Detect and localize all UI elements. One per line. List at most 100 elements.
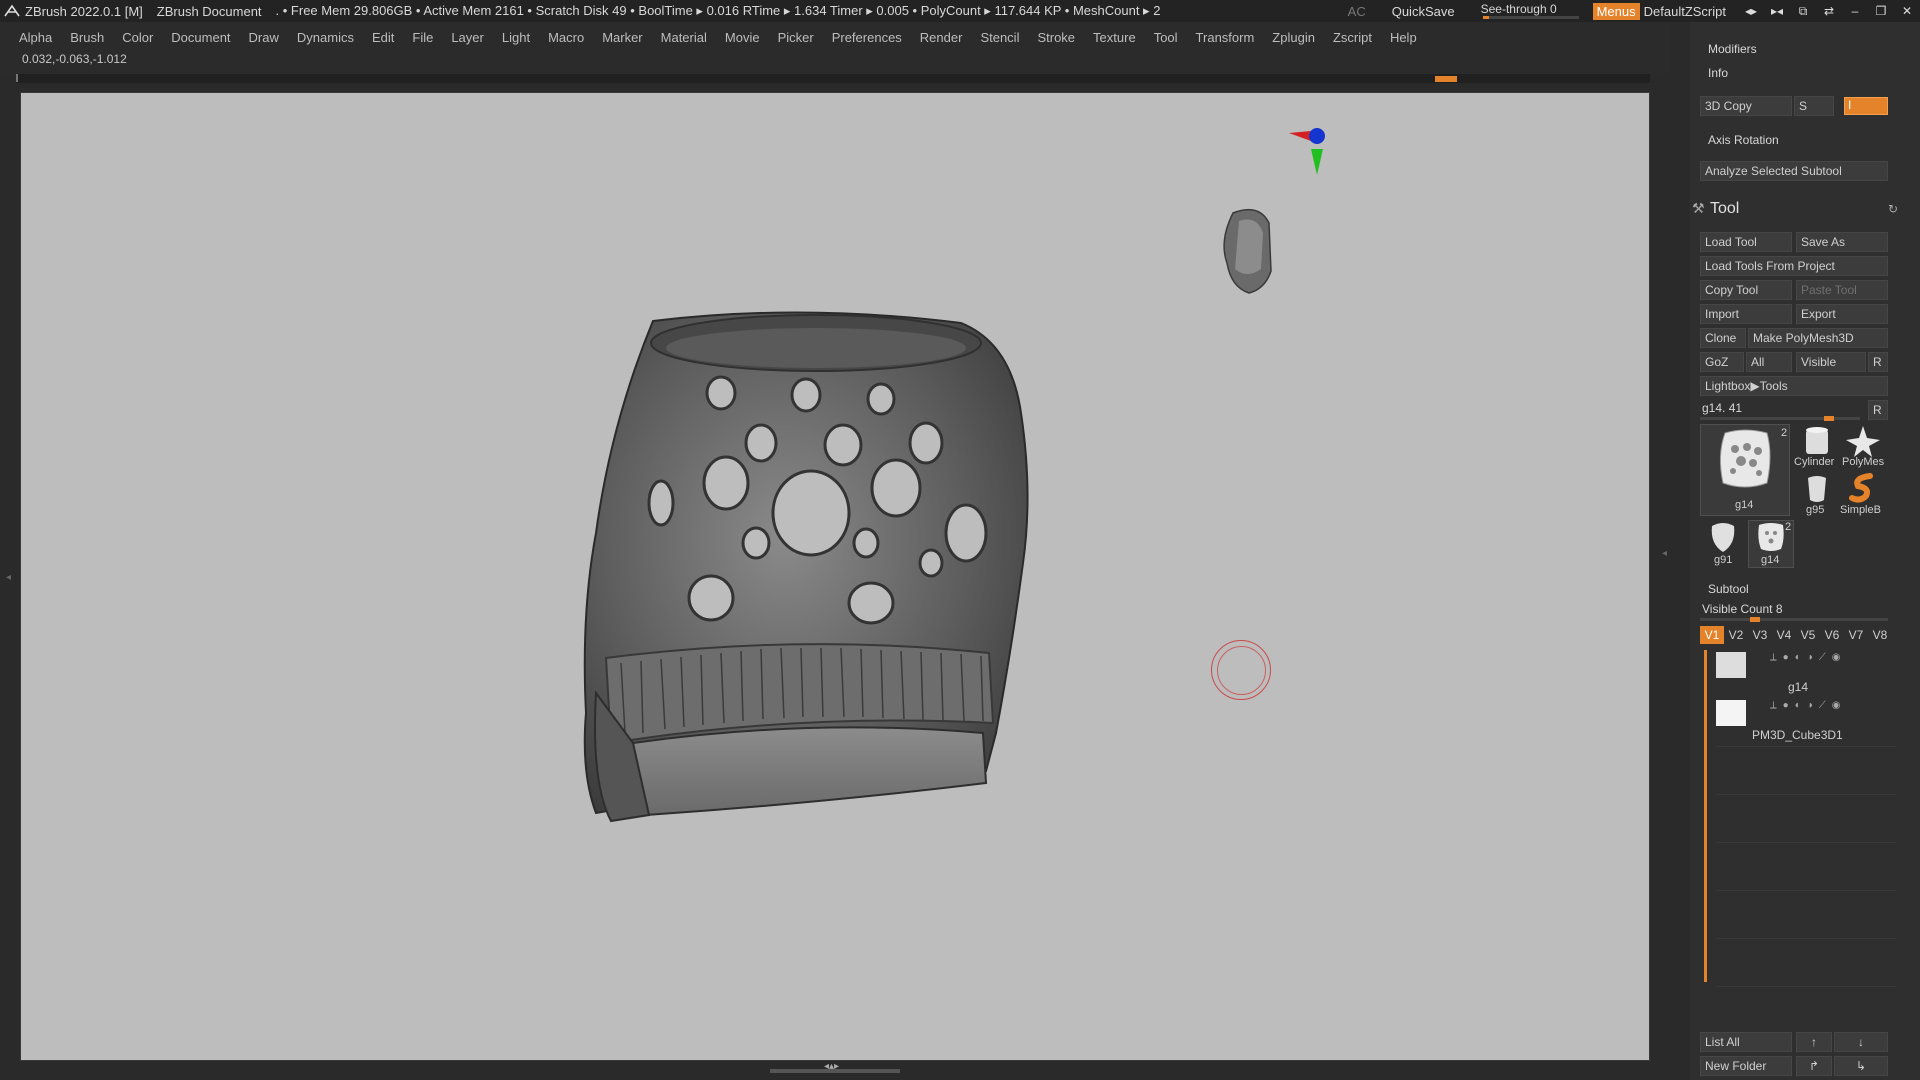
tool-slider[interactable] [1700,417,1860,420]
menu-item-draw[interactable]: Draw [249,30,279,45]
bottom-tray[interactable]: ◂▴▸ [20,1061,1650,1080]
analyze-subtool-button[interactable]: Analyze Selected Subtool [1700,161,1888,181]
menu-item-macro[interactable]: Macro [548,30,584,45]
seethrough-slider[interactable]: See-through 0 [1481,2,1581,20]
menu-item-help[interactable]: Help [1390,30,1417,45]
ac-toggle[interactable]: AC [1348,4,1366,19]
sculpt-mesh[interactable] [583,311,1029,823]
tool-slider-thumb[interactable] [1824,416,1834,421]
left-tray[interactable]: ◂ [0,92,20,1061]
layout-prev-icon[interactable]: ◂▸ [1738,0,1764,22]
bottom-tray-toggle-icon[interactable]: ◂▴▸ [824,1061,839,1072]
layout-swap-icon[interactable]: ⇄ [1816,0,1842,22]
close-icon[interactable]: ✕ [1894,0,1920,22]
info-header[interactable]: Info [1708,66,1728,80]
layout-next-icon[interactable]: ▸◂ [1764,0,1790,22]
menu-item-render[interactable]: Render [920,30,963,45]
load-tool-button[interactable]: Load Tool [1700,232,1792,252]
menu-item-tool[interactable]: Tool [1154,30,1178,45]
left-tray-grip-icon[interactable]: ◂ [6,572,11,583]
new-folder-button[interactable]: New Folder [1700,1056,1792,1076]
tool-pin-icon[interactable]: ⚒ [1692,200,1712,220]
tool-thumb-g14[interactable]: g14 2 [1700,424,1790,516]
lightbox-tools-button[interactable]: Lightbox▶Tools [1700,376,1888,396]
subtool-scrollbar[interactable] [1704,650,1707,982]
z-axis-icon[interactable] [1309,128,1325,144]
make-polymesh3d-button[interactable]: Make PolyMesh3D [1748,328,1888,348]
goz-button[interactable]: GoZ [1700,352,1744,372]
menu-item-document[interactable]: Document [171,30,230,45]
menu-item-zscript[interactable]: Zscript [1333,30,1372,45]
visibility-tab-v1[interactable]: V1 [1700,626,1724,644]
tool-thumb-polymesh[interactable]: PolyMes [1840,424,1886,470]
menu-item-light[interactable]: Light [502,30,530,45]
all-button[interactable]: All [1746,352,1792,372]
menu-item-alpha[interactable]: Alpha [19,30,52,45]
save-as-button[interactable]: Save As [1796,232,1888,252]
menu-item-preferences[interactable]: Preferences [832,30,902,45]
visibility-tab-v4[interactable]: V4 [1772,626,1796,644]
menu-item-movie[interactable]: Movie [725,30,760,45]
copy-tool-button[interactable]: Copy Tool [1700,280,1792,300]
timeline-ruler[interactable] [16,74,1650,83]
subtool-header[interactable]: Subtool [1708,582,1749,596]
move-down-icon[interactable]: ↓ [1834,1032,1888,1052]
tool-reset-icon[interactable]: ↻ [1888,202,1898,216]
visibility-tab-v3[interactable]: V3 [1748,626,1772,644]
menu-item-dynamics[interactable]: Dynamics [297,30,354,45]
menu-item-stencil[interactable]: Stencil [980,30,1019,45]
load-tools-from-project-button[interactable]: Load Tools From Project [1700,256,1888,276]
subtool-item-g14[interactable]: ⟂●◐◑⟋◉ g14 [1716,650,1896,694]
visible-button[interactable]: Visible [1796,352,1866,372]
menu-item-material[interactable]: Material [661,30,707,45]
modifiers-header[interactable]: Modifiers [1708,42,1757,56]
folder-action-icon[interactable]: ↱ [1796,1056,1832,1076]
3d-copy-button[interactable]: 3D Copy [1700,96,1792,116]
move-up-icon[interactable]: ↑ [1796,1032,1832,1052]
tool-slider-r-button[interactable]: R [1868,400,1888,420]
s-button[interactable]: S [1794,96,1834,116]
tool-thumb-g14-secondary[interactable]: g14 2 [1748,520,1794,568]
menu-item-marker[interactable]: Marker [602,30,642,45]
paste-tool-button[interactable]: Paste Tool [1796,280,1888,300]
visible-count-thumb[interactable] [1750,617,1760,622]
timeline-marker[interactable] [1435,76,1457,82]
menu-item-stroke[interactable]: Stroke [1037,30,1075,45]
right-tray-divider[interactable]: ◂ [1650,74,1690,1080]
navigation-gizmo[interactable] [1223,128,1325,294]
tool-thumb-g91[interactable]: g91 [1700,520,1746,568]
import-button[interactable]: Import [1700,304,1792,324]
menu-item-file[interactable]: File [412,30,433,45]
restore-icon[interactable]: ❐ [1868,0,1894,22]
visibility-tab-v2[interactable]: V2 [1724,626,1748,644]
menus-button[interactable]: Menus [1592,2,1640,20]
default-zscript-button[interactable]: DefaultZScript [1644,4,1726,19]
menu-item-texture[interactable]: Texture [1093,30,1136,45]
tool-palette-title[interactable]: Tool [1710,200,1739,218]
clone-button[interactable]: Clone [1700,328,1746,348]
y-axis-icon[interactable] [1311,149,1323,175]
i-toggle[interactable]: I [1844,97,1888,115]
minimize-icon[interactable]: ‒ [1842,0,1868,22]
layout-toggle-icon[interactable]: ⧉ [1790,0,1816,22]
tool-thumb-simpleb[interactable]: SimpleB [1840,472,1886,518]
visibility-tab-v7[interactable]: V7 [1844,626,1868,644]
x-axis-icon[interactable] [1289,131,1311,141]
right-tray-grip-icon[interactable]: ◂ [1662,548,1667,559]
visibility-tab-v6[interactable]: V6 [1820,626,1844,644]
viewport-canvas[interactable] [20,92,1650,1061]
axis-rotation-header[interactable]: Axis Rotation [1708,133,1779,147]
subtool-cube-controls-icon[interactable]: ⟂●◐◑⟋◉ [1770,700,1847,711]
list-all-button[interactable]: List All [1700,1032,1792,1052]
menu-item-edit[interactable]: Edit [372,30,394,45]
menu-item-brush[interactable]: Brush [70,30,104,45]
tool-thumb-cylinder[interactable]: Cylinder [1794,424,1840,470]
visibility-tab-v8[interactable]: V8 [1868,626,1892,644]
quicksave-button[interactable]: QuickSave [1392,4,1455,19]
subtool-g14-controls-icon[interactable]: ⟂●◐◑⟋◉ [1770,652,1847,663]
visible-count-slider[interactable] [1700,618,1888,621]
menu-item-color[interactable]: Color [122,30,153,45]
subtool-item-pm3d-cube[interactable]: ⟂●◐◑⟋◉ PM3D_Cube3D1 [1716,698,1896,742]
menu-item-transform[interactable]: Transform [1196,30,1255,45]
menu-item-picker[interactable]: Picker [778,30,814,45]
